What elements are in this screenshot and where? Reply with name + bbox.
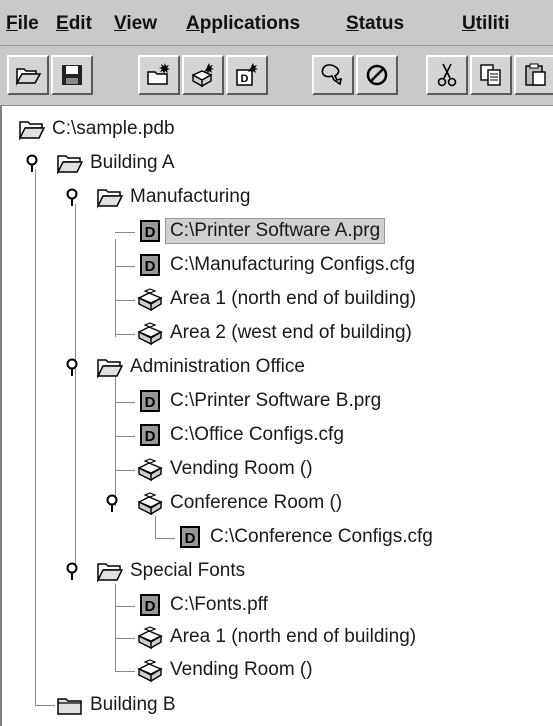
project-tree: C:\sample.pdb Building A Manufacturing D… [0,106,553,726]
tree-node-area[interactable]: Vending Room () [136,655,317,685]
cut-button[interactable] [426,55,468,95]
new-folder-icon [147,63,170,85]
cancel-button[interactable] [356,55,398,95]
tree-connector [115,334,135,335]
menu-view[interactable]: View [114,13,157,35]
svg-text:D: D [145,224,156,241]
tree-connector [155,516,156,538]
document-icon: D [176,525,204,549]
document-icon: D [136,389,164,413]
cancel-icon [366,64,388,86]
folder-icon [56,693,84,717]
tree-node-area[interactable]: Area 1 (north end of building) [136,284,420,314]
tree-node-building-a[interactable]: Building A [56,148,179,178]
menu-status[interactable]: Status [346,13,404,35]
tree-node-root[interactable]: C:\sample.pdb [18,114,179,144]
document-icon: D [136,423,164,447]
copy-icon [480,64,501,86]
paste-button[interactable] [514,55,553,95]
tree-node-building-b[interactable]: Building B [56,690,180,720]
menu-utilities[interactable]: Utiliti [462,13,510,35]
svg-text:D: D [145,258,156,275]
open-button[interactable] [7,55,49,95]
tree-connector [115,671,135,672]
new-document-button[interactable]: D [226,55,268,95]
area-icon [136,625,164,649]
new-document-icon: D [236,63,258,86]
lasso-icon [321,64,343,86]
svg-text:D: D [185,530,196,547]
tree-node-document[interactable]: D C:\Printer Software A.prg [136,216,386,246]
open-icon [15,68,42,86]
document-icon: D [136,253,164,277]
open-folder-icon [18,117,46,141]
tree-node-area[interactable]: Vending Room () [136,454,317,484]
menu-file[interactable]: File [6,13,39,35]
tree-connector [115,638,135,639]
document-icon: D [136,593,164,617]
open-folder-icon [96,185,124,209]
copy-button[interactable] [470,55,512,95]
tree-connector [115,266,135,267]
expand-handle-icon[interactable] [65,188,79,208]
menu-bar: File Edit View Applications Status Utili… [0,0,553,46]
area-icon [136,658,164,682]
open-folder-icon [96,559,124,583]
tree-node-document[interactable]: D C:\Office Configs.cfg [136,420,348,450]
expand-handle-icon[interactable] [65,562,79,582]
svg-text:D: D [145,428,156,445]
tree-connector [115,606,135,607]
area-icon [136,321,164,345]
lasso-button[interactable] [312,55,354,95]
tree-node-document[interactable]: D C:\Printer Software B.prg [136,386,385,416]
tree-connector [115,470,135,471]
svg-text:D: D [145,598,156,615]
svg-text:D: D [241,73,249,85]
paste-icon [525,63,546,86]
tree-node-area[interactable]: Area 1 (north end of building) [136,622,420,652]
tree-node-area[interactable]: Area 2 (west end of building) [136,318,416,348]
tree-connector [115,300,135,301]
tree-node-administration-office[interactable]: Administration Office [96,352,309,382]
new-area-icon [191,63,214,88]
tree-connector [35,169,36,705]
open-folder-icon [56,151,84,175]
tree-connector [75,204,76,572]
svg-text:D: D [145,394,156,411]
expand-handle-icon[interactable] [25,154,39,174]
tree-node-document[interactable]: D C:\Conference Configs.cfg [176,522,437,552]
tree-connector [115,232,135,233]
menu-edit[interactable]: Edit [56,13,92,35]
tree-connector [115,402,135,403]
tree-connector [115,584,116,672]
expand-handle-icon[interactable] [65,358,79,378]
cut-icon [437,63,457,87]
area-icon [136,491,164,515]
tree-connector [155,538,175,539]
save-icon [62,65,82,85]
menu-applications[interactable]: Applications [186,13,300,35]
tree-connector [115,436,135,437]
area-icon [136,287,164,311]
area-icon [136,457,164,481]
tree-connector [115,239,116,337]
new-area-button[interactable] [182,55,224,95]
document-icon: D [136,219,164,243]
tree-node-document[interactable]: D C:\Fonts.pff [136,590,272,620]
tree-node-manufacturing[interactable]: Manufacturing [96,182,254,212]
toolbar: D [0,46,553,106]
tree-connector [35,705,55,706]
open-folder-icon [96,355,124,379]
new-folder-button[interactable] [138,55,180,95]
expand-handle-icon[interactable] [105,494,119,514]
tree-node-conference-room[interactable]: Conference Room () [136,488,346,518]
tree-connector [115,376,116,506]
tree-node-special-fonts[interactable]: Special Fonts [96,556,249,586]
tree-node-document[interactable]: D C:\Manufacturing Configs.cfg [136,250,419,280]
save-button[interactable] [51,55,93,95]
